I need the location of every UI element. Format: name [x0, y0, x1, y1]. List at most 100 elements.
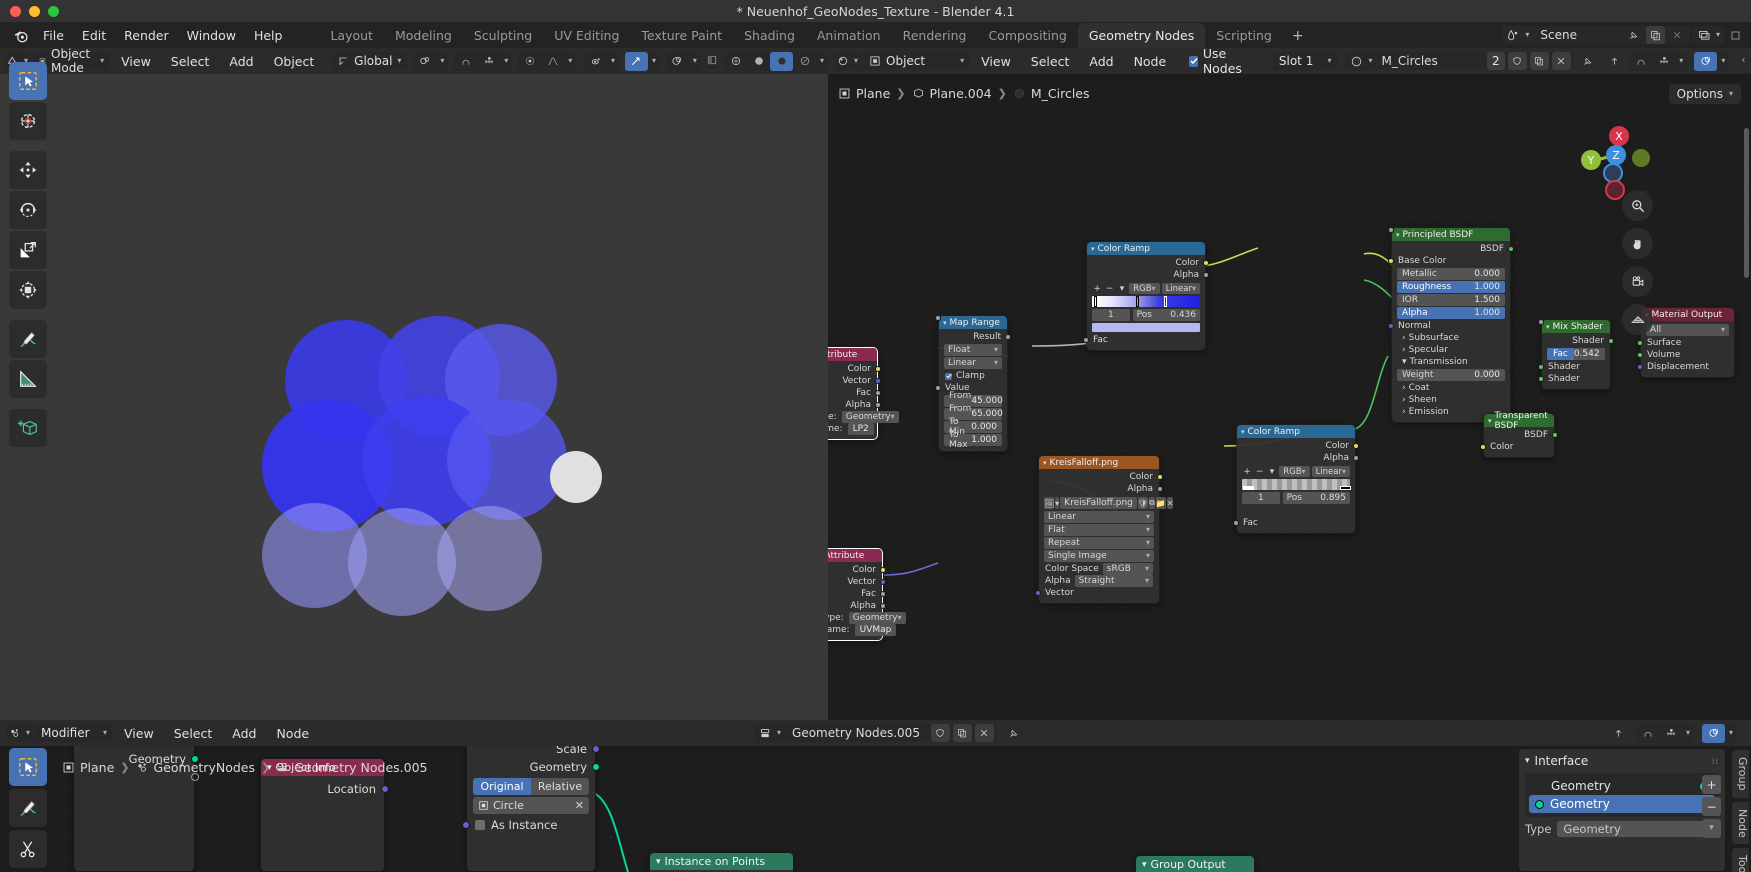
ramp-menu-chevron-icon[interactable]: ▾	[1267, 466, 1277, 477]
ramp-toolbar[interactable]: + − ▾ RGB ▾ Linear ▾	[1092, 283, 1200, 294]
use-nodes-checkbox[interactable]	[1189, 55, 1198, 67]
ramp-toolbar[interactable]: + − ▾ RGB ▾ Linear ▾	[1242, 466, 1350, 477]
collapse-chevron-icon[interactable]: ▾	[656, 857, 661, 867]
snap-chevron-icon[interactable]: ▾	[500, 52, 512, 71]
socket-color[interactable]	[875, 366, 881, 372]
gnode-group-input[interactable]: ▾ Group Input Geometry	[73, 728, 199, 872]
ramp-selected-color[interactable]	[1092, 323, 1200, 332]
ramp-interpolation[interactable]: Linear ▾	[1311, 466, 1350, 477]
object-field[interactable]: Circle ✕	[473, 797, 589, 814]
geo-menu-add[interactable]: Add	[223, 723, 265, 744]
add-interface-item-button[interactable]: +	[1702, 775, 1721, 794]
shader-editor-type-selector[interactable]: ▾	[834, 52, 862, 70]
node-header[interactable]: ▾ KreisFalloff.png	[1039, 456, 1159, 469]
ramp-add-icon[interactable]: +	[1092, 283, 1102, 294]
color-ramp-gradient[interactable]	[1242, 479, 1351, 490]
ortho-nav-icon[interactable]	[1622, 304, 1653, 335]
socket-vector[interactable]	[875, 378, 881, 384]
camera-nav-icon[interactable]	[1622, 266, 1653, 297]
overlays-group[interactable]: ▾	[665, 51, 701, 71]
socket-as-instance[interactable]	[462, 821, 470, 829]
socket-alpha[interactable]	[875, 402, 881, 408]
socket-geometry[interactable]	[592, 763, 600, 771]
use-nodes-row[interactable]: Use Nodes	[1183, 46, 1261, 76]
breadcrumb-object[interactable]: Plane	[856, 86, 890, 101]
geo-overlay-group[interactable]: ▾	[1702, 723, 1737, 743]
move-tool[interactable]	[9, 151, 47, 189]
unlink-image-icon[interactable]: ✕	[1166, 497, 1174, 509]
gnode-object-info[interactable]: ▾ Object Info Location	[260, 758, 389, 872]
workspace-tab-rendering[interactable]: Rendering	[892, 23, 978, 49]
image-name-field[interactable]: KreisFalloff.png	[1060, 497, 1137, 509]
proportional-edit-group[interactable]: ▾	[518, 51, 577, 71]
geo-side-tabs[interactable]: Group Node Tool	[1732, 750, 1749, 872]
shader-type-selector[interactable]: Object ▾	[863, 52, 971, 70]
visibility-group[interactable]: ▾	[584, 51, 620, 71]
workspace-tab-geometry-nodes[interactable]: Geometry Nodes	[1077, 23, 1206, 49]
show-overlays-icon[interactable]	[666, 52, 689, 71]
node-mix-shader[interactable]: ▾ Mix Shader Shader Fac 0.542 Shader Sha…	[1538, 319, 1614, 390]
shader-snap-group[interactable]: ▾	[1629, 51, 1688, 71]
field-metallic[interactable]: Metallic 0.000	[1388, 227, 1505, 280]
section-sheen[interactable]: › Sheen	[1392, 394, 1510, 406]
socket-color[interactable]	[1353, 443, 1359, 449]
viewport-menu-view[interactable]: View	[112, 51, 160, 72]
socket-color[interactable]	[1203, 260, 1209, 266]
alpha-mode-row[interactable]: Alpha Straight ▾	[1039, 575, 1159, 587]
geo-breadcrumb-nodegroup[interactable]: Geometry Nodes.005	[294, 760, 427, 775]
overlays-chevron-icon[interactable]: ▾	[689, 52, 701, 71]
shader-magnet-icon[interactable]	[1629, 52, 1652, 71]
socket-color[interactable]	[880, 567, 886, 573]
pivot-chevron-icon[interactable]: ▾	[436, 52, 448, 71]
interface-list-menu-button[interactable]: ▾	[1702, 819, 1721, 838]
geo-menu-view[interactable]: View	[115, 723, 163, 744]
viewport-menu-object[interactable]: Object	[265, 51, 324, 72]
node-color-ramp-2[interactable]: ▾ Color Ramp Color Alpha + − ▾ RGB ▾ Line…	[1233, 424, 1359, 534]
proportional-edit-icon[interactable]	[518, 52, 541, 71]
socket-shader-2[interactable]	[1538, 376, 1544, 382]
socket-color[interactable]	[1157, 474, 1163, 480]
geo-breadcrumb-modifier[interactable]: GeometryNodes	[154, 760, 255, 775]
delete-scene-icon[interactable]	[1668, 26, 1687, 44]
navigation-gizmo[interactable]: X Z Y	[1571, 110, 1661, 200]
clear-object-icon[interactable]: ✕	[575, 799, 584, 812]
socket-to-max[interactable]	[935, 315, 941, 321]
viewlayer-selector[interactable]: ▾	[1691, 26, 1724, 44]
socket-vector[interactable]	[880, 579, 886, 585]
geo-cut-links-tool[interactable]	[9, 830, 47, 868]
socket-alpha[interactable]	[1203, 272, 1209, 278]
node-header[interactable]: ▾ Transparent BSDF	[1484, 411, 1554, 431]
gnode-header[interactable]: ▾ Instance on Points	[650, 853, 793, 870]
node-transparent-bsdf[interactable]: ▾ Transparent BSDF BSDF Color	[1480, 411, 1558, 458]
minimize-window-button[interactable]	[29, 5, 40, 17]
field-alpha[interactable]: Alpha 1.000	[1388, 227, 1505, 319]
close-window-button[interactable]	[10, 5, 21, 17]
socket-fac[interactable]	[1083, 337, 1089, 343]
as-instance-checkbox[interactable]	[475, 820, 485, 830]
attribute-type-selector[interactable]: Geometry ▾	[848, 612, 906, 624]
geo-fake-user-icon[interactable]	[930, 724, 950, 742]
geo-mode-selector[interactable]: Modifier ▾	[35, 724, 114, 742]
socket-location[interactable]	[381, 785, 389, 793]
socket-shader-1[interactable]	[1538, 364, 1544, 370]
workspace-tabs[interactable]: Layout Modeling Sculpting UV Editing Tex…	[319, 22, 1312, 49]
3d-viewport[interactable]	[0, 48, 828, 720]
socket-color[interactable]	[1480, 444, 1486, 450]
breadcrumb-mesh[interactable]: Plane.004	[930, 86, 992, 101]
interface-type-value[interactable]: Geometry	[1557, 821, 1719, 837]
attribute-name-row[interactable]: Name: UVMap	[828, 624, 897, 636]
node-header[interactable]: ▾ Color Ramp	[1087, 242, 1205, 255]
magnet-snap-icon[interactable]	[454, 52, 477, 71]
transform-orientation-selector[interactable]: Global ▾	[331, 52, 408, 70]
toggle-original[interactable]: Original	[473, 778, 531, 795]
remove-interface-item-button[interactable]: −	[1702, 797, 1721, 816]
geo-annotate-tool[interactable]	[9, 789, 47, 827]
pivot-point-icon[interactable]	[413, 52, 436, 71]
material-users-count[interactable]: 2	[1486, 52, 1505, 70]
viewport-menu-add[interactable]: Add	[220, 51, 262, 72]
viewport-options-button[interactable]: Options ▾	[1668, 84, 1741, 104]
xray-toggle-icon[interactable]	[706, 53, 719, 69]
node-color-ramp-1[interactable]: ▾ Color Ramp Color Alpha + − ▾ RGB ▾ Line…	[1083, 241, 1209, 351]
collapse-chevron-icon[interactable]: ▾	[943, 319, 947, 327]
shader-menu-view[interactable]: View	[972, 51, 1020, 72]
